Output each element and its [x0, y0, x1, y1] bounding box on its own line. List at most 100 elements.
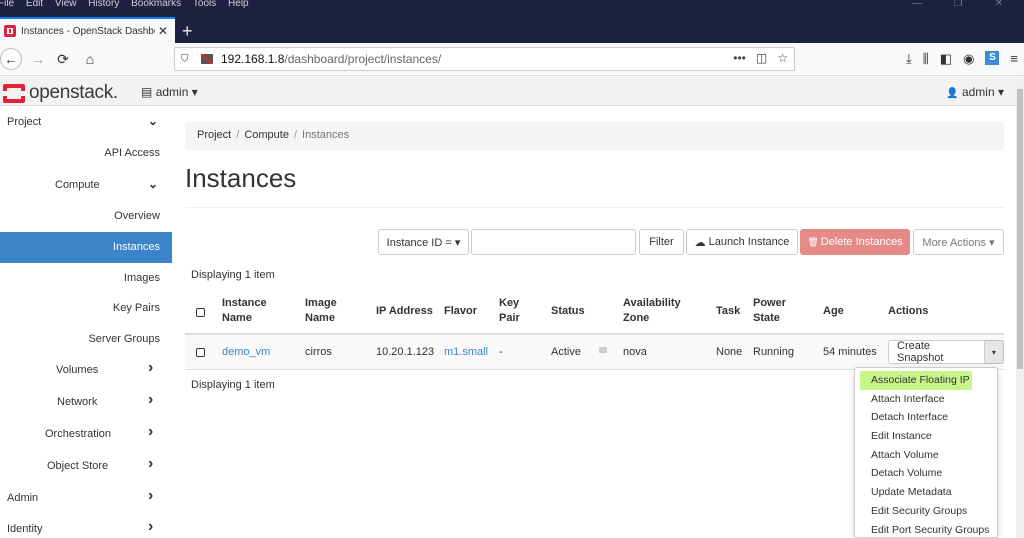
- project-switcher[interactable]: ▤ admin ▾: [141, 85, 198, 99]
- select-all-checkbox[interactable]: [196, 308, 205, 317]
- breadcrumb-project[interactable]: Project: [197, 129, 231, 141]
- new-tab-button[interactable]: +: [182, 22, 193, 40]
- sidebar-item-admin[interactable]: Admin ›: [0, 483, 172, 514]
- openstack-logo[interactable]: openstack.: [3, 82, 118, 104]
- back-button[interactable]: ←: [0, 48, 22, 70]
- instance-name-link[interactable]: demo_vm: [222, 346, 270, 358]
- user-menu[interactable]: 👤 admin ▾: [946, 85, 1004, 99]
- nav-toolbar: ← → ⟳ ⌂ ⛉ 192.168.1.8 /dashboard/project…: [0, 43, 1024, 76]
- menu-edit[interactable]: Edit: [26, 0, 43, 9]
- launch-instance-button[interactable]: ☁ Launch Instance: [686, 229, 798, 255]
- sidebar-item-instances[interactable]: Instances: [0, 232, 172, 263]
- delete-instances-button[interactable]: 🗑 Delete Instances: [800, 229, 910, 255]
- menu-item-associate-floating-ip[interactable]: Associate Floating IP: [860, 371, 972, 390]
- menu-item-edit-instance[interactable]: Edit Instance: [855, 427, 997, 446]
- page-actions-icon[interactable]: •••: [733, 51, 746, 65]
- bookmark-star-icon[interactable]: ☆: [777, 51, 788, 65]
- create-snapshot-button[interactable]: Create Snapshot: [888, 340, 985, 364]
- close-tab-icon[interactable]: ✕: [158, 24, 168, 38]
- sidebar-item-volumes[interactable]: Volumes ›: [0, 355, 172, 386]
- sidebar-item-overview[interactable]: Overview: [0, 201, 172, 232]
- sidebar-item-images[interactable]: Images: [0, 263, 172, 294]
- col-image-name[interactable]: Image Name: [305, 296, 337, 326]
- menu-file[interactable]: File: [0, 0, 14, 9]
- breadcrumb-compute[interactable]: Compute: [244, 129, 289, 141]
- menu-item-update-metadata[interactable]: Update Metadata: [855, 483, 997, 502]
- menu-item-detach-interface[interactable]: Detach Interface: [855, 408, 997, 427]
- menu-help[interactable]: Help: [228, 0, 249, 9]
- sidebar-item-compute[interactable]: Compute ⌄: [0, 170, 172, 201]
- hamburger-menu-icon[interactable]: ≡: [1010, 51, 1018, 67]
- sidebar-item-api-access[interactable]: API Access: [0, 138, 172, 169]
- sidebar-item-label: Project: [7, 116, 42, 128]
- shield-icon[interactable]: ⛉: [181, 54, 195, 65]
- sidebar-item-label: Instances: [112, 241, 160, 253]
- row-actions: Create Snapshot ▾: [888, 340, 1004, 364]
- row-actions-dropdown-toggle[interactable]: ▾: [984, 340, 1004, 364]
- menu-history[interactable]: History: [88, 0, 119, 9]
- sidebar-icon[interactable]: ◧: [940, 51, 952, 67]
- col-ip-address[interactable]: IP Address: [376, 304, 433, 319]
- logo-text: openstack.: [29, 82, 118, 103]
- cloud-upload-icon: ☁: [694, 236, 706, 249]
- page-scrollbar[interactable]: [1016, 77, 1024, 538]
- sidebar-item-network[interactable]: Network ›: [0, 387, 172, 418]
- col-status[interactable]: Status: [551, 304, 585, 319]
- sidebar-item-object-store[interactable]: Object Store ›: [0, 451, 172, 482]
- forward-button[interactable]: →: [27, 48, 49, 70]
- minimize-icon[interactable]: —: [901, 0, 933, 9]
- menu-item-detach-volume[interactable]: Detach Volume: [855, 464, 997, 483]
- download-icon[interactable]: ⤓: [906, 51, 912, 67]
- sidebar-item-label: Identity: [7, 523, 43, 535]
- col-instance-name[interactable]: Instance Name: [222, 296, 267, 326]
- row-checkbox[interactable]: [196, 348, 205, 357]
- filter-button[interactable]: Filter: [639, 229, 684, 255]
- scrollbar-thumb[interactable]: [1017, 89, 1023, 369]
- age: 54 minutes: [823, 346, 877, 358]
- home-button[interactable]: ⌂: [79, 48, 101, 70]
- instances-table: Instance Name Image Name IP Address Flavor…: [185, 288, 1004, 370]
- col-availability-zone[interactable]: Availability Zone: [623, 296, 681, 326]
- insecure-lock-icon[interactable]: [201, 54, 213, 64]
- more-actions-button[interactable]: More Actions ▾: [913, 229, 1004, 255]
- pocket-icon[interactable]: ◫: [756, 51, 767, 65]
- openstack-favicon-icon: [4, 25, 16, 37]
- browser-tab[interactable]: Instances - OpenStack Dashboard ✕: [0, 17, 175, 43]
- chevron-down-icon: ▾: [997, 85, 1004, 99]
- col-task[interactable]: Task: [716, 304, 740, 319]
- chevron-right-icon: ›: [148, 487, 154, 504]
- user-icon: 👤: [946, 88, 959, 99]
- tab-title: Instances - OpenStack Dashboard: [21, 25, 155, 37]
- filter-field-select[interactable]: Instance ID = ▾: [378, 229, 469, 255]
- sidebar-item-identity[interactable]: Identity ›: [0, 514, 172, 538]
- col-key-pair[interactable]: Key Pair: [499, 296, 520, 326]
- sidebar-item-label: Object Store: [47, 460, 109, 472]
- flavor-link[interactable]: m1.small: [444, 346, 488, 358]
- menu-tools[interactable]: Tools: [193, 0, 216, 9]
- col-age[interactable]: Age: [823, 304, 844, 319]
- sidebar-item-project[interactable]: Project ⌄: [0, 107, 172, 138]
- url-bar[interactable]: ⛉ 192.168.1.8 /dashboard/project/instanc…: [174, 47, 795, 71]
- menu-view[interactable]: View: [55, 0, 77, 9]
- reload-button[interactable]: ⟳: [52, 48, 74, 70]
- menu-item-edit-port-security-groups[interactable]: Edit Port Security Groups: [855, 521, 997, 538]
- window-close-icon[interactable]: ✕: [983, 0, 1015, 9]
- sidebar-item-server-groups[interactable]: Server Groups: [0, 324, 172, 355]
- library-icon[interactable]: ⫼: [923, 51, 929, 67]
- menu-item-attach-volume[interactable]: Attach Volume: [855, 446, 997, 465]
- col-flavor[interactable]: Flavor: [444, 304, 477, 319]
- menu-item-edit-security-groups[interactable]: Edit Security Groups: [855, 502, 997, 521]
- sidebar-item-orchestration[interactable]: Orchestration ›: [0, 419, 172, 450]
- restore-icon[interactable]: ❐: [942, 0, 974, 9]
- availability-zone: nova: [623, 346, 647, 358]
- sidebar-item-label: API Access: [104, 147, 160, 159]
- menu-bookmarks[interactable]: Bookmarks: [131, 0, 181, 9]
- filter-input[interactable]: [471, 229, 636, 255]
- account-icon[interactable]: ◉: [963, 51, 974, 67]
- menu-item-attach-interface[interactable]: Attach Interface: [855, 390, 997, 409]
- sync-extension-icon[interactable]: S: [985, 51, 1000, 65]
- sidebar-item-key-pairs[interactable]: Key Pairs: [0, 293, 172, 324]
- col-power-state[interactable]: Power State: [753, 296, 786, 326]
- sidebar-item-label: Admin: [7, 492, 39, 504]
- page-title: Instances: [185, 163, 297, 193]
